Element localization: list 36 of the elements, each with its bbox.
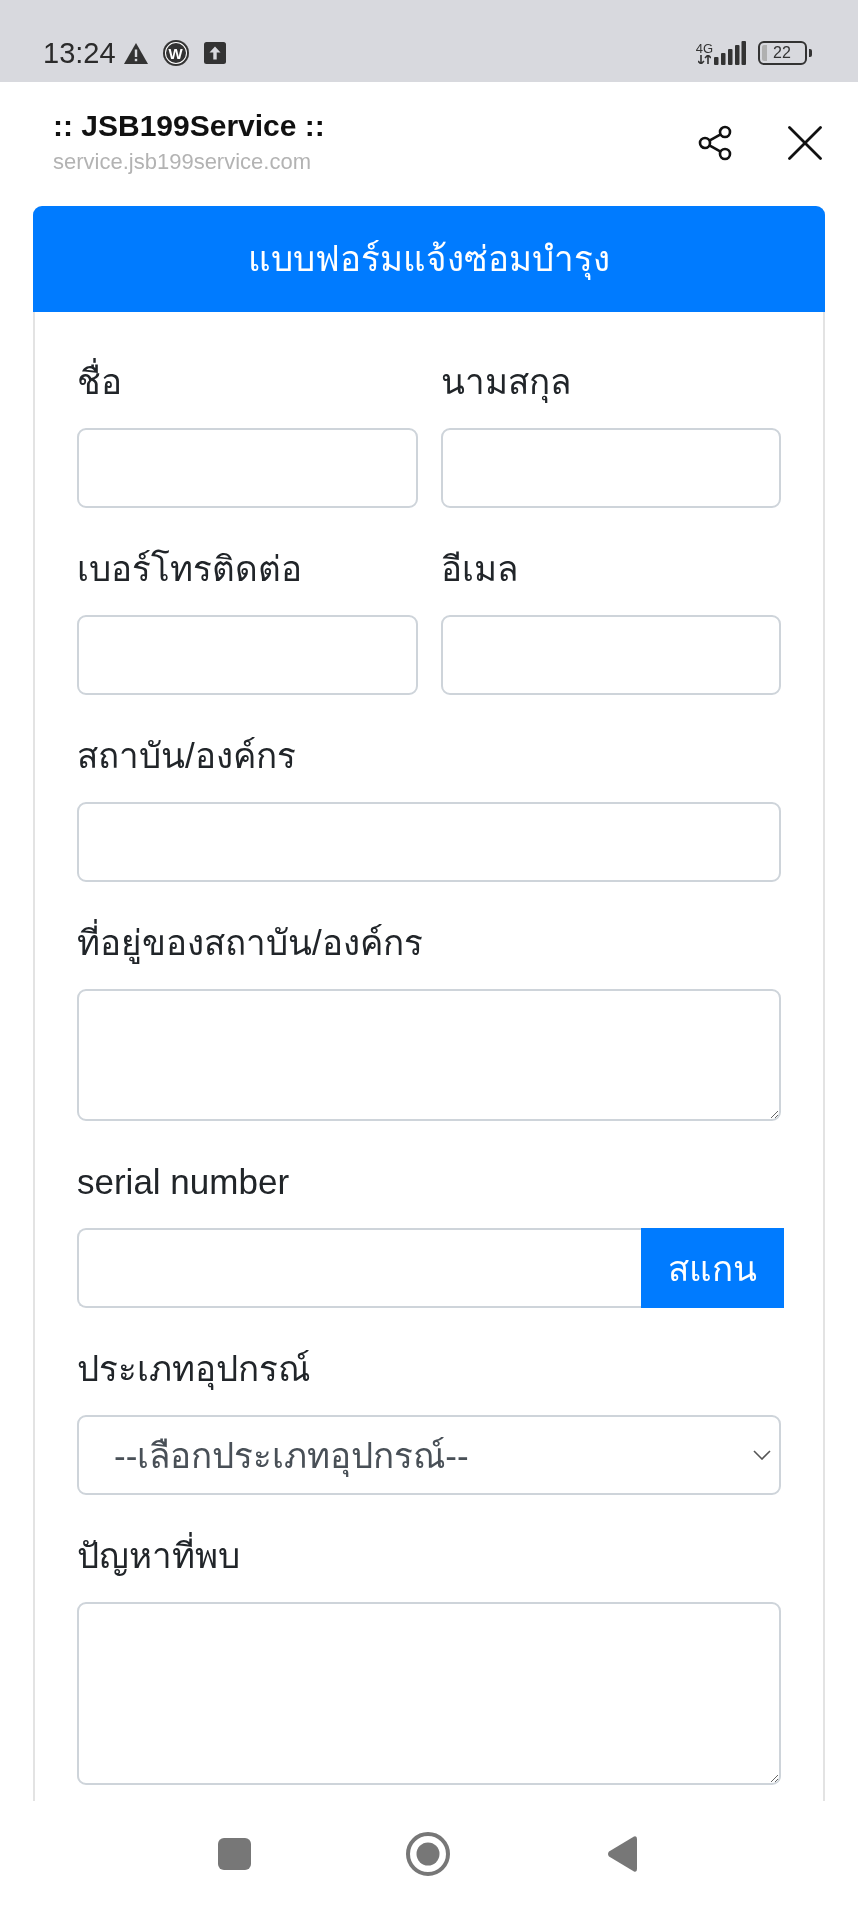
text-area[interactable] — [77, 1602, 781, 1785]
network-type-text: 4G — [695, 42, 713, 55]
data-arrows-icon — [697, 55, 711, 64]
field-label: serial number — [77, 1161, 291, 1203]
arrow-up-icon — [203, 42, 226, 64]
field-label: ที่อยู่ของสถาบัน/องค์กร — [77, 917, 781, 969]
field-label: อีเมล — [440, 548, 519, 590]
field-label: ชื่อ — [77, 356, 418, 408]
input-field[interactable] — [440, 428, 781, 508]
form-title: แบบฟอร์มแจ้งซ่อมบำรุง — [33, 206, 825, 312]
warning-icon — [123, 42, 148, 64]
app-notification-icon: W — [162, 40, 189, 66]
page-url: service.jsb199service.com — [53, 148, 312, 176]
input-field[interactable] — [77, 615, 418, 695]
signal-icon — [714, 41, 746, 65]
input-field[interactable] — [440, 615, 781, 695]
close-icon[interactable] — [788, 126, 822, 160]
input-field[interactable] — [77, 802, 781, 882]
input-field[interactable] — [77, 1228, 641, 1308]
share-icon[interactable] — [698, 125, 732, 161]
scan-button[interactable]: สแกน — [641, 1228, 784, 1308]
dropdown-field[interactable]: --เลือกประเภทอุปกรณ์-- — [77, 1415, 781, 1495]
field-label: ปัญหาที่พบ — [77, 1530, 781, 1582]
text-area[interactable] — [77, 989, 781, 1121]
home-circle-icon[interactable] — [406, 1832, 450, 1876]
page-title: :: JSB199Service :: — [53, 108, 325, 144]
chevron-down-icon — [753, 1450, 771, 1460]
field-label: สถาบัน/องค์กร — [77, 735, 297, 777]
battery-indicator: 22 — [758, 41, 812, 65]
back-triangle-icon[interactable] — [607, 1835, 637, 1873]
field-label: นามสกุล — [440, 361, 572, 405]
input-field[interactable] — [77, 428, 418, 508]
field-label: ประเภทอุปกรณ์ — [77, 1348, 311, 1392]
clock-time: 13:24 — [43, 36, 116, 70]
square-icon[interactable] — [217, 1838, 251, 1870]
field-label: เบอร์โทรติดต่อ — [77, 548, 303, 590]
